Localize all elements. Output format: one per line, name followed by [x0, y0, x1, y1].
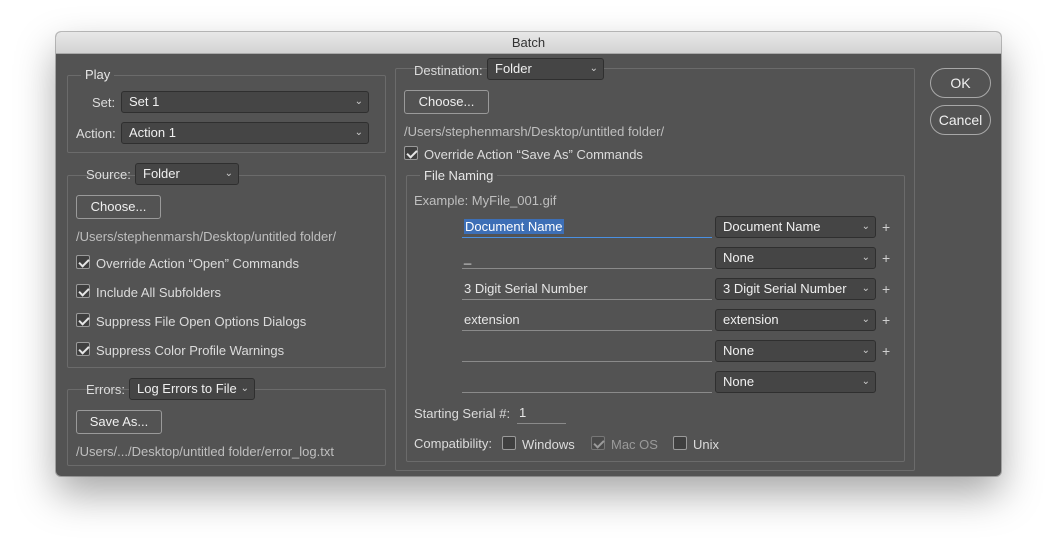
- naming-field-6[interactable]: [462, 371, 712, 393]
- naming-add-icon-3[interactable]: +: [882, 281, 890, 297]
- destination-select[interactable]: Folder ⌄: [487, 58, 604, 80]
- suppress-open-dialogs-label[interactable]: Suppress File Open Options Dialogs: [96, 314, 306, 329]
- chevron-down-icon: ⌄: [354, 127, 363, 138]
- compat-windows-checkbox[interactable]: [502, 436, 516, 450]
- chevron-down-icon: ⌄: [861, 252, 870, 263]
- window-title: Batch: [56, 32, 1001, 54]
- chevron-down-icon: ⌄: [861, 283, 870, 294]
- errors-select[interactable]: Log Errors to File ⌄: [129, 378, 255, 400]
- include-subfolders-checkbox[interactable]: [76, 284, 90, 298]
- chevron-down-icon: ⌄: [354, 96, 363, 107]
- override-open-label[interactable]: Override Action “Open” Commands: [96, 256, 299, 271]
- errors-select-value: Log Errors to File: [137, 381, 237, 396]
- chevron-down-icon: ⌄: [589, 63, 598, 74]
- suppress-open-dialogs-checkbox[interactable]: [76, 313, 90, 327]
- source-choose-button[interactable]: Choose...: [76, 195, 161, 219]
- naming-select-2-value: None: [723, 250, 755, 265]
- batch-dialog: Batch Play Set: Set 1 ⌄ Action: Action 1…: [56, 32, 1001, 476]
- compat-macos-checkbox: [591, 436, 605, 450]
- naming-select-3[interactable]: 3 Digit Serial Number ⌄: [715, 278, 876, 300]
- naming-select-4[interactable]: extension ⌄: [715, 309, 876, 331]
- naming-add-icon-5[interactable]: +: [882, 343, 890, 359]
- naming-add-icon-1[interactable]: +: [882, 219, 890, 235]
- errors-path: /Users/.../Desktop/untitled folder/error…: [76, 444, 334, 459]
- file-naming-example: Example: MyFile_001.gif: [414, 193, 557, 208]
- action-select[interactable]: Action 1 ⌄: [121, 122, 369, 144]
- suppress-color-warnings-label[interactable]: Suppress Color Profile Warnings: [96, 343, 284, 358]
- naming-select-6[interactable]: None ⌄: [715, 371, 876, 393]
- starting-serial-input[interactable]: 1: [517, 402, 566, 424]
- compat-windows-label[interactable]: Windows: [522, 437, 575, 452]
- compat-unix-checkbox[interactable]: [673, 436, 687, 450]
- compat-macos-label: Mac OS: [611, 437, 658, 452]
- set-label: Set:: [92, 95, 116, 110]
- naming-select-1-value: Document Name: [723, 219, 821, 234]
- destination-choose-button[interactable]: Choose...: [404, 90, 489, 114]
- suppress-color-warnings-checkbox[interactable]: [76, 342, 90, 356]
- naming-field-1[interactable]: Document Name: [462, 216, 712, 238]
- file-naming-legend: File Naming: [420, 168, 498, 183]
- play-legend: Play: [81, 67, 115, 82]
- compatibility-label: Compatibility:: [414, 436, 493, 451]
- naming-select-5[interactable]: None ⌄: [715, 340, 876, 362]
- override-open-checkbox[interactable]: [76, 255, 90, 269]
- errors-label: Errors:: [86, 382, 125, 397]
- chevron-down-icon: ⌄: [861, 314, 870, 325]
- ok-button[interactable]: OK: [930, 68, 991, 98]
- action-label: Action:: [76, 126, 116, 141]
- source-path: /Users/stephenmarsh/Desktop/untitled fol…: [76, 229, 337, 244]
- set-select[interactable]: Set 1 ⌄: [121, 91, 369, 113]
- source-label: Source:: [86, 167, 131, 182]
- naming-add-icon-2[interactable]: +: [882, 250, 890, 266]
- naming-field-2[interactable]: _: [462, 247, 712, 269]
- action-select-value: Action 1: [129, 125, 176, 140]
- chevron-down-icon: ⌄: [861, 345, 870, 356]
- starting-serial-label: Starting Serial #:: [414, 406, 511, 421]
- set-select-value: Set 1: [129, 94, 160, 109]
- naming-select-1[interactable]: Document Name ⌄: [715, 216, 876, 238]
- destination-path: /Users/stephenmarsh/Desktop/untitled fol…: [404, 124, 665, 139]
- chevron-down-icon: ⌄: [861, 376, 870, 387]
- cancel-button[interactable]: Cancel: [930, 105, 991, 135]
- naming-field-5[interactable]: [462, 340, 712, 362]
- chevron-down-icon: ⌄: [240, 383, 249, 394]
- chevron-down-icon: ⌄: [861, 221, 870, 232]
- errors-save-as-button[interactable]: Save As...: [76, 410, 162, 434]
- source-select-value: Folder: [143, 166, 180, 181]
- override-save-as-label[interactable]: Override Action “Save As” Commands: [424, 147, 643, 162]
- naming-field-4[interactable]: extension: [462, 309, 712, 331]
- naming-add-icon-4[interactable]: +: [882, 312, 890, 328]
- naming-select-6-value: None: [723, 374, 755, 389]
- naming-select-3-value: 3 Digit Serial Number: [723, 281, 847, 296]
- source-select[interactable]: Folder ⌄: [135, 163, 239, 185]
- naming-select-2[interactable]: None ⌄: [715, 247, 876, 269]
- naming-select-4-value: extension: [723, 312, 779, 327]
- include-subfolders-label[interactable]: Include All Subfolders: [96, 285, 221, 300]
- naming-field-1-text: Document Name: [464, 219, 564, 234]
- destination-label: Destination:: [414, 63, 483, 78]
- compat-unix-label[interactable]: Unix: [693, 437, 719, 452]
- naming-select-5-value: None: [723, 343, 755, 358]
- override-save-as-checkbox[interactable]: [404, 146, 418, 160]
- destination-select-value: Folder: [495, 61, 532, 76]
- chevron-down-icon: ⌄: [224, 168, 233, 179]
- naming-field-3[interactable]: 3 Digit Serial Number: [462, 278, 712, 300]
